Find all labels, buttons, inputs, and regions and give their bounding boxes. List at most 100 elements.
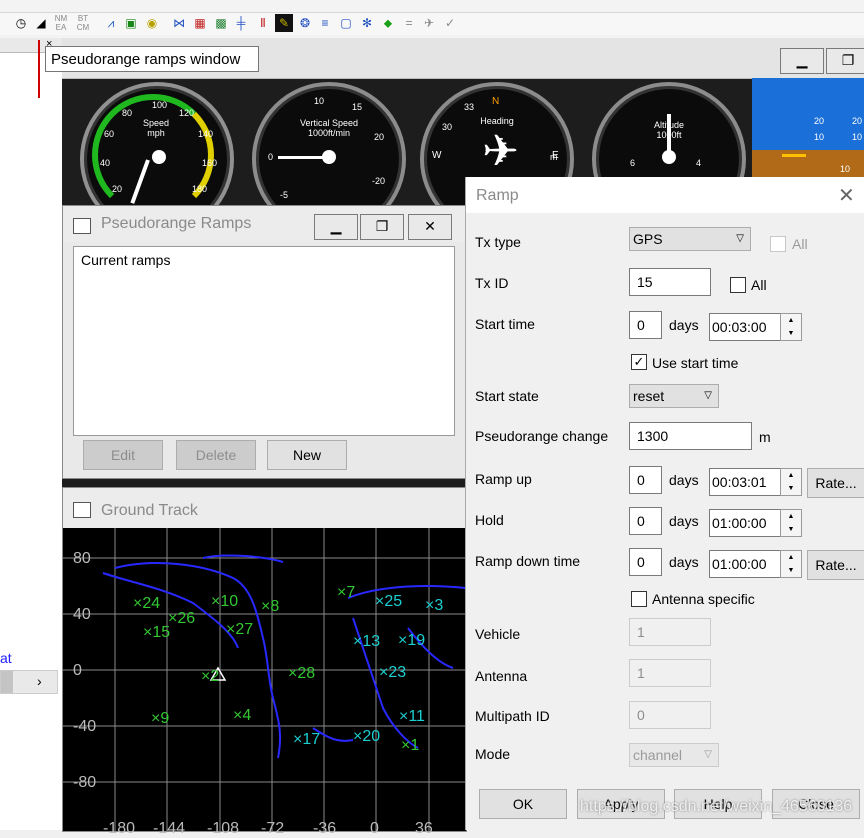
hold-days-input[interactable]: 0 (629, 507, 662, 535)
satellite-label: ×7 (337, 584, 356, 601)
gt-x-tick: -72 (261, 820, 285, 837)
satellite-label: ×15 (143, 624, 171, 641)
gt-y-tick: -40 (73, 718, 97, 735)
spin-down-icon[interactable]: ▼ (781, 482, 801, 495)
clock-icon[interactable]: ◷ (12, 14, 30, 32)
current-ramps-list[interactable]: Current ramps (73, 246, 455, 436)
vs-tick: 20 (374, 132, 385, 142)
bars-icon[interactable]: Ⅱ (254, 14, 272, 32)
window-icon[interactable]: ▢ (337, 14, 355, 32)
asterisk-icon[interactable]: ✻ (358, 14, 376, 32)
spin-down-icon[interactable]: ▼ (781, 327, 801, 340)
edit-button[interactable]: Edit (83, 440, 163, 470)
new-button[interactable]: New (267, 440, 347, 470)
target-icon[interactable]: ◉ (143, 14, 161, 32)
chart-icon[interactable]: ⩘ (102, 14, 120, 32)
gt-x-tick: 36 (415, 820, 433, 837)
equals-icon[interactable]: = (400, 14, 418, 32)
antenna-input[interactable]: 1 (629, 659, 711, 687)
tx-id-input[interactable]: 15 (629, 268, 711, 296)
ground-track-titlebar: Ground Track (63, 488, 466, 528)
vs-tick: 0 (268, 152, 274, 162)
attitude-tick: 20 (852, 116, 863, 126)
hold-days-unit: days (669, 513, 699, 529)
ramp-down-spinner[interactable]: ▲ ▼ (780, 550, 802, 578)
plane-icon[interactable]: ✈ (420, 14, 438, 32)
nm-ea-icon[interactable]: NM EA (52, 14, 70, 32)
pseudorange-change-input[interactable]: 1300 (629, 422, 752, 450)
start-time-spinner[interactable]: ▲ ▼ (780, 313, 802, 341)
spin-up-icon[interactable]: ▲ (781, 314, 801, 327)
start-state-select[interactable]: reset ▽ (629, 384, 719, 408)
ramp-down-time-input[interactable]: 01:00:00 (709, 550, 781, 578)
start-time-input[interactable]: 00:03:00 (709, 313, 781, 341)
horizontal-scrollbar[interactable]: › (0, 670, 58, 694)
satellite-label: ×1 (401, 737, 420, 754)
ramp-up-days-input[interactable]: 0 (629, 466, 662, 494)
gt-x-tick: 0 (370, 820, 379, 837)
ramp-close-icon[interactable]: ✕ (838, 183, 855, 208)
check-icon[interactable]: ✓ (441, 14, 459, 32)
ramp-up-time-input[interactable]: 00:03:01 (709, 468, 781, 496)
tooltip: Pseudorange ramps window (45, 46, 259, 72)
satellite-label: ×11 (399, 708, 425, 725)
ramp-down-rate-button[interactable]: Rate... (807, 550, 864, 580)
ramp-up-spinner[interactable]: ▲ ▼ (780, 468, 802, 496)
mode-select[interactable]: channel ▽ (629, 743, 719, 767)
gt-y-tick: 0 (73, 662, 82, 679)
flag-icon[interactable]: ▦ (191, 14, 209, 32)
tx-id-label: Tx ID (475, 275, 509, 291)
multipath-id-input[interactable]: 0 (629, 701, 711, 729)
attitude-tick: 10 (814, 132, 825, 142)
vs-needle-hub (322, 150, 336, 164)
ramp-icon[interactable]: ◢ (32, 14, 50, 32)
gt-x-tick: -36 (313, 820, 337, 837)
chevron-right-icon[interactable]: › (37, 673, 42, 689)
vehicle-input[interactable]: 1 (629, 618, 711, 646)
left-panel-link[interactable]: at (0, 650, 12, 666)
vehicle-label: Vehicle (475, 626, 521, 642)
spin-up-icon[interactable]: ▲ (781, 469, 801, 482)
tx-type-all-checkbox[interactable] (770, 236, 786, 252)
speed-tick: 80 (122, 108, 133, 118)
screen-icon[interactable]: ▩ (212, 14, 230, 32)
pr-close-button[interactable]: ✕ (408, 214, 452, 240)
ground-track-title: Ground Track (101, 502, 198, 519)
hold-time-input[interactable]: 01:00:00 (709, 509, 781, 537)
ramp-up-rate-button[interactable]: Rate... (807, 468, 864, 498)
pin-icon[interactable]: ⬥ (379, 14, 397, 32)
spin-down-icon[interactable]: ▼ (781, 523, 801, 536)
pen-icon[interactable]: ✎ (275, 14, 293, 32)
hold-label: Hold (475, 512, 504, 528)
spin-up-icon[interactable]: ▲ (781, 551, 801, 564)
spin-up-icon[interactable]: ▲ (781, 510, 801, 523)
delete-button[interactable]: Delete (176, 440, 256, 470)
pr-window-titlebar: Pseudorange Ramps ▁ ❐ ✕ (63, 206, 466, 242)
ok-button[interactable]: OK (479, 789, 567, 819)
left-panel: × at › (0, 38, 63, 830)
minimize-button[interactable]: ▁ (780, 48, 824, 74)
antenna-specific-checkbox[interactable] (631, 591, 647, 607)
maximize-button[interactable]: ❐ (826, 48, 864, 74)
pseudorange-unit: m (759, 429, 771, 445)
spin-down-icon[interactable]: ▼ (781, 564, 801, 577)
speed-tick: 100 (152, 100, 168, 110)
use-start-time-checkbox[interactable]: ✓ (631, 354, 647, 370)
altitude-tick: 6 (630, 158, 636, 168)
satellite-icon[interactable]: ⋈ (170, 14, 188, 32)
hold-spinner[interactable]: ▲ ▼ (780, 509, 802, 537)
start-days-input[interactable]: 0 (629, 311, 662, 339)
pr-minimize-button[interactable]: ▁ (314, 214, 358, 240)
scrollbar-thumb[interactable] (1, 671, 13, 693)
globe-icon[interactable]: ❂ (296, 14, 314, 32)
monitor-icon[interactable]: ▣ (122, 14, 140, 32)
bt-cm-icon[interactable]: BT CM (74, 14, 92, 32)
speed-tick: 60 (104, 129, 115, 139)
tx-id-all-checkbox[interactable] (730, 277, 746, 293)
ramp-down-days-input[interactable]: 0 (629, 548, 662, 576)
pr-maximize-button[interactable]: ❐ (360, 214, 404, 240)
satellite-label: ×3 (425, 597, 444, 614)
list-icon[interactable]: ≡ (316, 14, 334, 32)
signal-icon[interactable]: ╪ (232, 14, 250, 32)
tx-type-select[interactable]: GPS ▽ (629, 227, 751, 251)
